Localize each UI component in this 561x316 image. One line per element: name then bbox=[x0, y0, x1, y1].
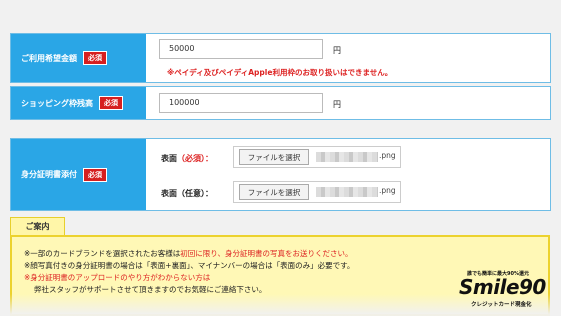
logo-subtitle: クレジットカード現金化 bbox=[471, 302, 532, 308]
amount-unit: 円 bbox=[333, 46, 341, 55]
front-file-field: ファイルを選択 .png bbox=[233, 146, 401, 168]
smile90-logo: 誰でも簡単に最大90%還元 Smile90 クレジットカード現金化 bbox=[459, 270, 554, 312]
amount-label-cell: ご利用希望金額 必須 bbox=[11, 34, 146, 82]
guide-tab: ご案内 bbox=[10, 217, 65, 235]
guide-line-2: ※顔写真付きの身分証明書の場合は「表面+裏面」、マイナンバーの場合は「表面のみ」… bbox=[24, 261, 355, 270]
front-filename-redacted bbox=[316, 152, 378, 162]
shopping-label-cell: ショッピング枠残高 必須 bbox=[11, 87, 146, 119]
logo-word: Smile90 bbox=[459, 275, 546, 299]
front-side-label: 表面（必須）： bbox=[161, 154, 213, 163]
back-file-field: ファイルを選択 .png bbox=[233, 181, 401, 203]
id-document-row: 身分証明書添付 必須 表面（必須）： ファイルを選択 .png 表面（任意）： … bbox=[10, 138, 551, 211]
guide-line-3: ※身分証明書のアップロードのやり方がわからない方は bbox=[24, 273, 211, 282]
front-file-extension: .png bbox=[379, 151, 396, 160]
shopping-balance-input[interactable]: 100000 bbox=[159, 93, 323, 113]
amount-label: ご利用希望金額 bbox=[21, 53, 77, 63]
shopping-label: ショッピング枠残高 bbox=[21, 98, 93, 108]
front-file-choose-button[interactable]: ファイルを選択 bbox=[239, 149, 309, 165]
shopping-balance-row: ショッピング枠残高 必須 100000 円 bbox=[10, 86, 551, 120]
id-document-label: 身分証明書添付 bbox=[21, 170, 77, 179]
required-badge: 必須 bbox=[83, 167, 107, 182]
paidy-warning: ※ペイディ及びペイディApple利用枠のお取り扱いはできません。 bbox=[167, 68, 393, 77]
shopping-unit: 円 bbox=[333, 100, 341, 109]
back-side-label: 表面（任意）： bbox=[161, 189, 213, 198]
back-filename-redacted bbox=[316, 187, 378, 197]
id-document-label-cell: 身分証明書添付 必須 bbox=[11, 139, 146, 210]
required-badge: 必須 bbox=[99, 96, 123, 110]
guide-line-1: ※一部のカードブランドを選択されたお客様は初回に限り、身分証明書の写真をお送りく… bbox=[24, 249, 353, 258]
back-file-extension: .png bbox=[379, 186, 396, 195]
amount-row: ご利用希望金額 必須 50000 円 ※ペイディ及びペイディApple利用枠のお… bbox=[10, 33, 551, 83]
required-badge: 必須 bbox=[83, 51, 107, 65]
back-file-choose-button[interactable]: ファイルを選択 bbox=[239, 184, 309, 200]
amount-input[interactable]: 50000 bbox=[159, 39, 323, 59]
